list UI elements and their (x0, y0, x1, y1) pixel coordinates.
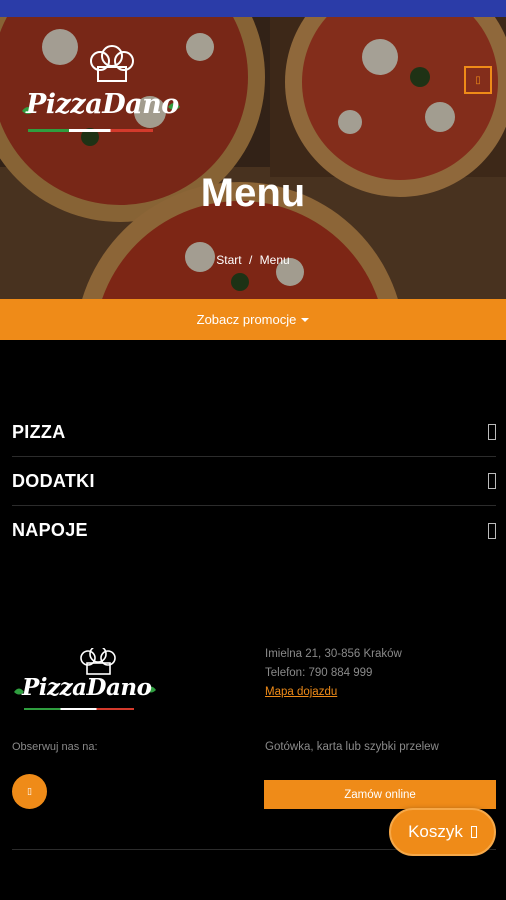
facebook-button[interactable]: ▯ (12, 774, 47, 809)
category-label: NAPOJE (12, 520, 88, 540)
map-link[interactable]: Mapa dojazdu (265, 686, 337, 698)
footer-logo-flag-stripe (24, 708, 134, 710)
phone-text: Telefon: 790 884 999 (265, 667, 373, 679)
site-logo[interactable]: PizzaDano (18, 45, 188, 141)
breadcrumb: Start / Menu (0, 253, 506, 267)
logo-flag-stripe (28, 129, 153, 132)
footer-logo[interactable]: PizzaDano (12, 645, 162, 718)
category-item-pizza[interactable]: PIZZA (12, 408, 496, 457)
category-item-napoje[interactable]: NAPOJE (12, 506, 496, 555)
address-text: Imielna 21, 30-856 Kraków (265, 648, 402, 660)
menu-icon: ▯ (475, 74, 481, 86)
caret-down-icon (301, 317, 310, 322)
category-list: PIZZA DODATKI NAPOJE (12, 408, 496, 555)
category-item-dodatki[interactable]: DODATKI (12, 457, 496, 506)
expand-icon (488, 522, 496, 539)
category-label: PIZZA (12, 421, 66, 442)
breadcrumb-current: Menu (259, 253, 290, 267)
payment-methods-text: Gotówka, karta lub szybki przelew (265, 741, 439, 753)
cart-button[interactable]: Koszyk (389, 808, 496, 856)
cart-icon (470, 826, 477, 838)
breadcrumb-home-link[interactable]: Start (216, 253, 241, 267)
logo-text: PizzaDano (26, 89, 179, 120)
promotions-toggle[interactable]: Zobacz promocje (0, 299, 506, 340)
cart-label: Koszyk (408, 822, 463, 841)
promotions-label: Zobacz promocje (196, 312, 297, 327)
footer-logo-text: PizzaDano (22, 674, 152, 701)
breadcrumb-separator: / (248, 253, 253, 267)
status-bar (0, 0, 506, 17)
follow-us-label: Obserwuj nas na: (12, 741, 98, 753)
category-label: DODATKI (12, 470, 95, 491)
facebook-icon: ▯ (27, 786, 32, 797)
hero-banner: PizzaDano ▯ Menu Start / Menu (0, 17, 506, 299)
expand-icon (488, 473, 496, 489)
page-title: Menu (200, 171, 306, 215)
menu-toggle-button[interactable]: ▯ (464, 66, 492, 94)
expand-icon (488, 424, 496, 440)
order-online-button[interactable]: Zamów online (264, 780, 496, 809)
